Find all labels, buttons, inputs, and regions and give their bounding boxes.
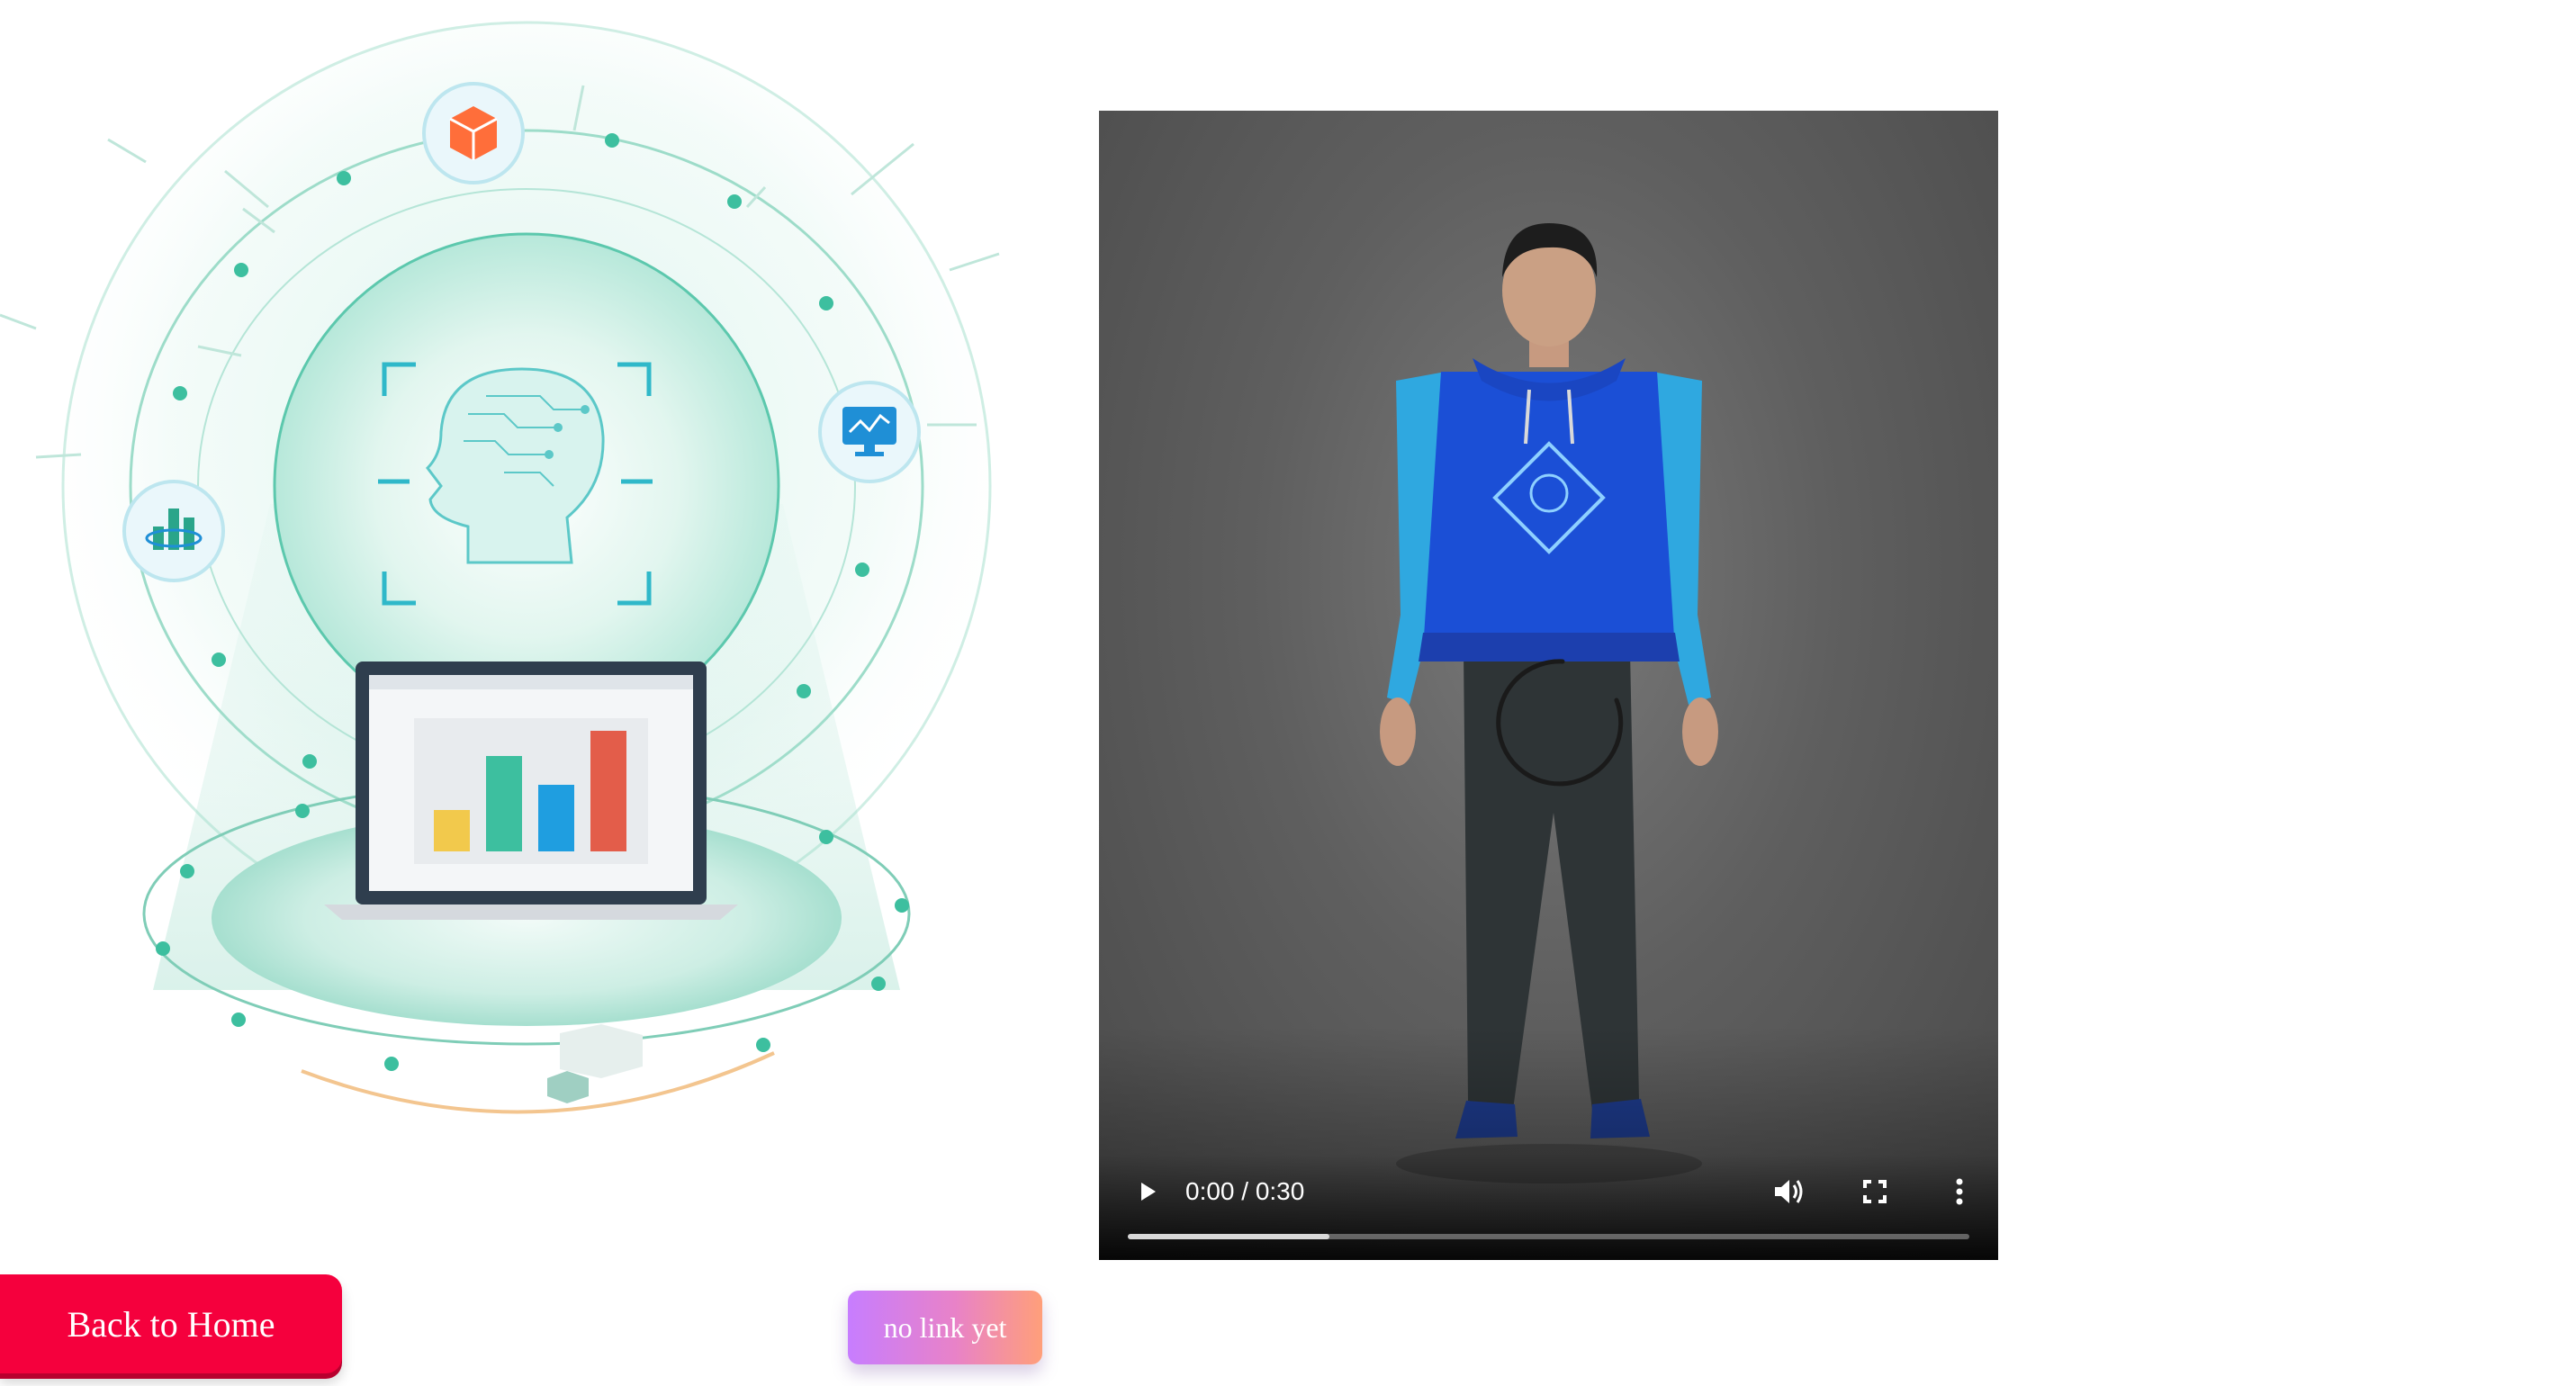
bar-chart-icon <box>122 480 225 582</box>
video-controls: 0:00 / 0:30 <box>1099 1134 1998 1260</box>
volume-icon <box>1775 1180 1803 1203</box>
more-options-icon <box>1956 1178 1963 1205</box>
fullscreen-icon <box>1863 1180 1887 1203</box>
box-icon <box>422 82 525 184</box>
play-icon <box>1141 1183 1156 1201</box>
monitor-chart-icon <box>818 381 921 483</box>
ai-illustration-graphic <box>0 21 1000 1114</box>
page: 0:00 / 0:30 Back to Home no link yet <box>0 0 2576 1386</box>
video-time-display: 0:00 / 0:30 <box>1185 1177 1305 1205</box>
laptop-icon <box>324 662 738 920</box>
video-buffered-bar <box>1128 1234 1330 1239</box>
play-button[interactable] <box>1128 1172 1167 1211</box>
no-link-yet-button[interactable]: no link yet <box>848 1291 1042 1364</box>
back-to-home-button[interactable]: Back to Home <box>0 1274 342 1373</box>
volume-button[interactable] <box>1769 1172 1808 1211</box>
fullscreen-button[interactable] <box>1855 1172 1895 1211</box>
ai-illustration <box>0 0 1008 1134</box>
more-options-button[interactable] <box>1940 1172 1979 1211</box>
video-player[interactable]: 0:00 / 0:30 <box>1099 111 1998 1260</box>
video-progress-bar[interactable] <box>1128 1234 1969 1239</box>
